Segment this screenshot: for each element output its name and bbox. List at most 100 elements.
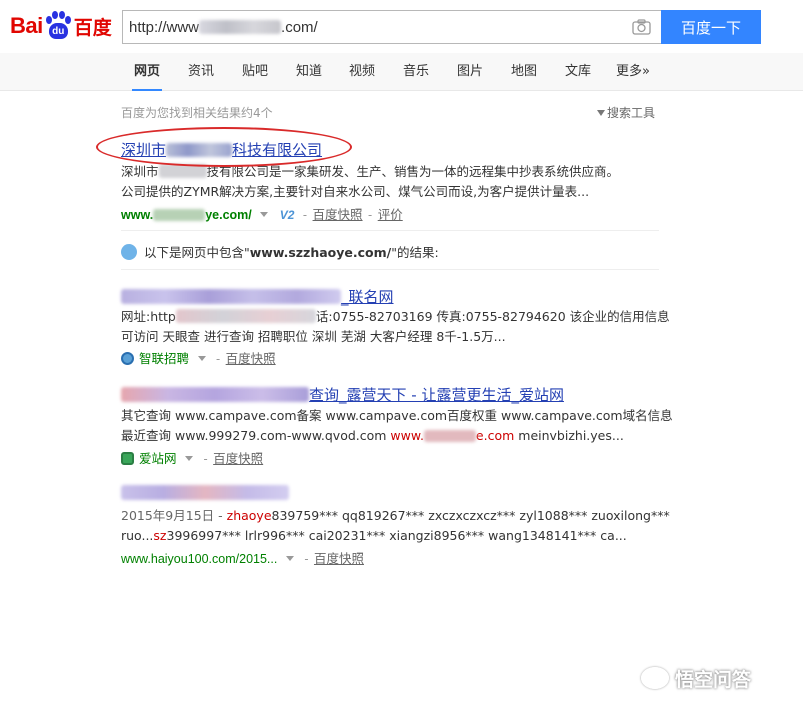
watermark-text: 悟空问答 xyxy=(675,668,752,691)
result-3-title-suffix: 查询_露营天下 - 让露营更生活_爱站网 xyxy=(309,386,564,404)
separator: - xyxy=(203,452,208,466)
zhilian-icon xyxy=(121,352,134,365)
abstract-date: 2015年9月15日 - xyxy=(121,508,227,523)
notice-row: 以下是网页中包含"www.szzhaoye.com/"的结果: xyxy=(121,242,439,261)
result-2-title[interactable]: _联名网 xyxy=(121,286,394,307)
result-1-title-prefix: 深圳市 xyxy=(121,141,167,159)
url-text: ye.com/ xyxy=(205,208,252,222)
divider xyxy=(121,230,659,231)
logo-text-cn: 百度 xyxy=(73,17,112,39)
result-2-source-row: 智联招聘 - 百度快照 xyxy=(121,348,276,367)
result-4-abstract-line1: 2015年9月15日 - zhaoye839759*** qq819267***… xyxy=(121,506,670,526)
highlight-text: zhaoye xyxy=(226,508,272,523)
highlight-text: sz xyxy=(153,528,167,543)
result-4-title[interactable] xyxy=(121,484,289,502)
result-2-abstract-line2: 可访问 天眼查 进行查询 招聘职位 深圳 芜湖 大客户经理 8千-1.5万... xyxy=(121,329,506,344)
abstract-text: 3996997*** lrlr996*** cai20231*** xiangz… xyxy=(166,528,627,543)
tab-images[interactable]: 图片 xyxy=(457,53,483,91)
search-tabs: 网页 资讯 贴吧 知道 视频 音乐 图片 地图 文库 更多» xyxy=(0,53,803,91)
chevron-down-icon[interactable] xyxy=(197,356,206,361)
redacted-blur xyxy=(158,164,207,178)
redacted-blur xyxy=(166,143,233,157)
search-button[interactable]: 百度一下 xyxy=(661,10,761,44)
result-3-title[interactable]: 查询_露营天下 - 让露营更生活_爱站网 xyxy=(121,384,564,405)
result-3-abstract-line1: 其它查询 www.campave.com备案 www.campave.com百度… xyxy=(121,408,673,423)
result-3-source-row: 爱站网 - 百度快照 xyxy=(121,448,263,467)
abstract-text: 技有限公司是一家集研发、生产、销售为一体的远程集中抄表系统供应商。 xyxy=(206,164,620,179)
result-4-snapshot-link[interactable]: 百度快照 xyxy=(314,551,364,566)
redacted-blur xyxy=(121,289,341,304)
search-value-prefix: http://www xyxy=(129,18,200,36)
result-1-snapshot-link[interactable]: 百度快照 xyxy=(313,207,363,222)
notice-suffix: "的结果: xyxy=(391,245,439,260)
redacted-blur xyxy=(121,485,289,500)
tab-news[interactable]: 资讯 xyxy=(188,53,214,91)
tab-music[interactable]: 音乐 xyxy=(403,53,429,91)
paw-icon: du xyxy=(44,11,72,41)
abstract-text: meinvbizhi.yes... xyxy=(514,428,624,443)
highlight-text: www. xyxy=(390,428,424,443)
redacted-blur xyxy=(121,387,309,402)
aizhan-icon xyxy=(121,452,134,465)
search-box: http://www .com/ xyxy=(122,10,661,44)
tab-tieba[interactable]: 贴吧 xyxy=(242,53,268,91)
result-4-url[interactable]: www.haiyou100.com/2015... xyxy=(121,552,277,566)
tab-wenku[interactable]: 文库 xyxy=(565,53,591,91)
tab-video[interactable]: 视频 xyxy=(349,53,375,91)
abstract-text: 深圳市 xyxy=(121,164,159,179)
baidu-logo[interactable]: Bai du 百度 xyxy=(10,10,112,42)
divider xyxy=(121,269,659,270)
tab-more[interactable]: 更多» xyxy=(616,53,650,91)
result-3-source[interactable]: 爱站网 xyxy=(139,451,177,466)
result-4-url-row: www.haiyou100.com/2015... - 百度快照 xyxy=(121,548,364,567)
notice-domain: www.szzhaoye.com/ xyxy=(249,245,392,260)
v2-badge[interactable]: V2 xyxy=(280,208,295,222)
wukong-watermark: 悟空问答 xyxy=(641,663,791,693)
redacted-blur xyxy=(423,430,476,442)
result-1-url[interactable]: www. ye.com/ xyxy=(121,208,252,222)
abstract-text: 839759*** qq819267*** zxczxczxcz*** zyl1… xyxy=(271,508,670,523)
url-text: www. xyxy=(121,208,154,222)
search-value-suffix: .com/ xyxy=(281,18,318,36)
search-tools-label: 搜索工具 xyxy=(607,106,656,120)
abstract-text: 最近查询 www.999279.com-www.qvod.com xyxy=(121,428,391,443)
logo-text-bai: Bai xyxy=(10,13,43,38)
redacted-blur xyxy=(199,20,282,34)
result-1-review-link[interactable]: 评价 xyxy=(378,207,403,222)
result-1-abstract-line2: 公司提供的ZYMR解决方案,主要针对自来水公司、煤气公司而设,为客户提供计量表.… xyxy=(121,184,590,199)
chevron-down-icon[interactable] xyxy=(185,456,193,461)
result-1-title[interactable]: 深圳市 科技有限公司 xyxy=(121,139,322,160)
result-1-title-suffix: 科技有限公司 xyxy=(232,141,323,159)
separator: - xyxy=(368,208,373,222)
result-count: 百度为您找到相关结果约4个 xyxy=(121,106,273,120)
wukong-logo-icon xyxy=(641,667,669,689)
separator: - xyxy=(304,552,309,566)
camera-icon[interactable] xyxy=(632,19,651,35)
redacted-blur xyxy=(175,309,316,323)
search-tools-button[interactable]: 搜索工具 xyxy=(597,104,655,121)
search-input[interactable]: http://www .com/ xyxy=(129,11,619,43)
chevron-down-icon[interactable] xyxy=(260,212,269,217)
redacted-blur xyxy=(153,209,206,221)
result-2-abstract-line1: 网址:http 话:0755-82703169 传真:0755-82794620 … xyxy=(121,307,670,327)
tab-web[interactable]: 网页 xyxy=(131,53,163,91)
filter-icon xyxy=(597,110,605,116)
chevron-down-icon[interactable] xyxy=(285,556,294,561)
result-2-snapshot-link[interactable]: 百度快照 xyxy=(226,351,276,366)
result-1-abstract-line1: 深圳市 技有限公司是一家集研发、生产、销售为一体的远程集中抄表系统供应商。 xyxy=(121,162,619,182)
header: Bai du 百度 http://www .com/ 百度一下 xyxy=(0,0,803,53)
logo-text-du: du xyxy=(48,23,68,39)
result-1-url-row: www. ye.com/ V2 - 百度快照 - 评价 xyxy=(121,204,403,223)
separator: - xyxy=(302,208,308,222)
result-4-abstract-line2: ruo...sz3996997*** lrlr996*** cai20231**… xyxy=(121,526,627,546)
separator: - xyxy=(215,352,221,366)
bear-icon xyxy=(121,244,137,260)
tab-zhidao[interactable]: 知道 xyxy=(296,53,322,91)
result-2-source[interactable]: 智联招聘 xyxy=(139,351,189,366)
result-3-snapshot-link[interactable]: 百度快照 xyxy=(213,451,263,466)
abstract-text: ruo... xyxy=(121,528,154,543)
tab-map[interactable]: 地图 xyxy=(511,53,537,91)
result-3-abstract-line2: 最近查询 www.999279.com-www.qvod.com www. e.c… xyxy=(121,426,624,446)
abstract-text: 网址:http xyxy=(121,309,176,324)
notice-prefix: 以下是网页中包含" xyxy=(144,245,250,260)
